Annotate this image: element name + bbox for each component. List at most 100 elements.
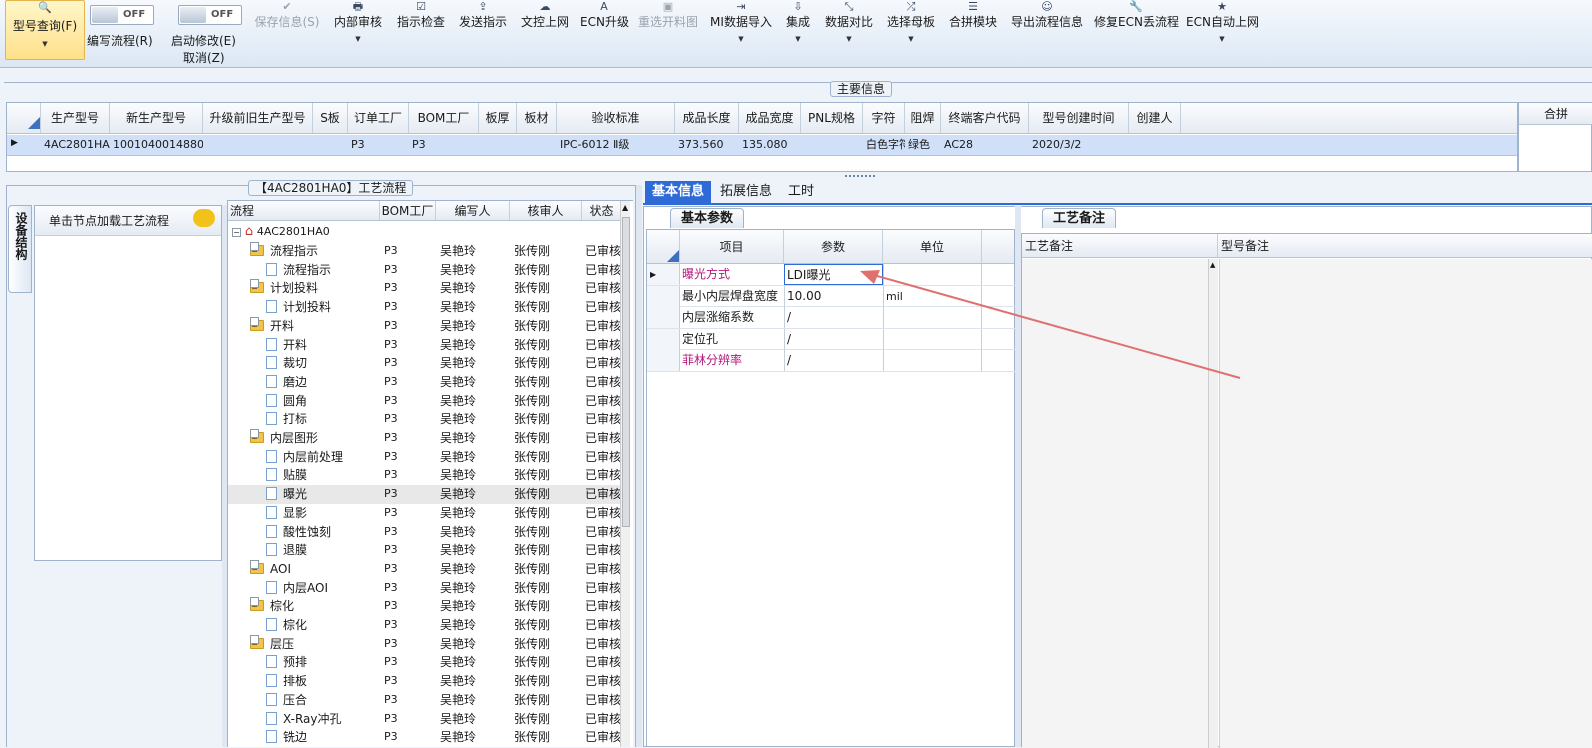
flow-tree-row[interactable]: 圆角 P3 吴艳玲 张传刚 已审核 [228, 392, 628, 411]
save-info-button[interactable]: ✔ 保存信息(S) [252, 0, 322, 60]
ecn-upgrade-button[interactable]: A ECN升级 [580, 0, 629, 60]
flow-tree-row[interactable]: 开料 P3 吴艳玲 张传刚 已审核 [228, 336, 628, 355]
model-remark-input[interactable] [1219, 259, 1592, 748]
flow-tree-row[interactable]: − 层压 P3 吴艳玲 张传刚 已审核 [228, 634, 628, 654]
flow-step-status: 已审核 [585, 711, 621, 726]
flow-step-status: 已审核 [585, 244, 621, 258]
flow-tree-row[interactable]: 曝光 P3 吴艳玲 张传刚 已审核 [228, 485, 628, 504]
flow-tree-row[interactable]: 棕化 P3 吴艳玲 张传刚 已审核 [228, 616, 628, 635]
collapse-icon[interactable]: − [250, 634, 259, 649]
main-info-cell[interactable]: 135.080 [739, 135, 801, 155]
flow-tree-row[interactable]: 打标 P3 吴艳玲 张传刚 已审核 [228, 410, 628, 429]
tab-basic-params[interactable]: 基本参数 [670, 208, 745, 228]
main-info-cell[interactable] [203, 135, 313, 155]
collapse-icon[interactable]: − [250, 597, 259, 611]
flow-tree-row[interactable]: 裁切 P3 吴艳玲 张传刚 已审核 [228, 354, 628, 373]
flow-tree-row[interactable]: 磨边 P3 吴艳玲 张传刚 已审核 [228, 373, 628, 392]
merge-header: 合拼 [1543, 107, 1568, 121]
flow-tree-row[interactable]: 显影 P3 吴艳玲 张传刚 已审核 [228, 504, 628, 523]
arrow-head-icon [860, 270, 880, 284]
splitter-handle[interactable] [845, 175, 875, 179]
tab-extended-info[interactable]: 拓展信息 [713, 181, 779, 203]
flow-tree-row[interactable]: − 内层图形 P3 吴艳玲 张传刚 已审核 [228, 429, 628, 448]
main-info-cell[interactable]: 2020/3/2 [1029, 135, 1129, 155]
flow-step-author: 吴艳玲 [440, 300, 477, 315]
flow-step-author: 吴艳玲 [440, 730, 477, 745]
flow-tree-row[interactable]: 计划投料 P3 吴艳玲 张传刚 已审核 [228, 298, 628, 317]
mi-data-import-button[interactable]: ⇥ MI数据导入 ▼ [708, 0, 774, 60]
collapse-icon[interactable]: − [250, 559, 259, 574]
flow-tree-row[interactable]: 流程指示 P3 吴艳玲 张传刚 已审核 [228, 261, 628, 280]
collapse-icon[interactable]: − [250, 429, 259, 443]
send-instruction-button[interactable]: ⇪ 发送指示 [456, 0, 510, 60]
model-query-button[interactable]: 🔍 型号查询(F) ▼ [5, 0, 85, 60]
export-flow-info-button[interactable]: ☺ 导出流程信息 [1008, 0, 1086, 60]
data-compare-button[interactable]: ⤡ 数据对比 ▼ [822, 0, 876, 60]
flow-tree-row[interactable]: 排板 P3 吴艳玲 张传刚 已审核 [228, 672, 628, 691]
tab-process-remark[interactable]: 工艺备注 [1042, 208, 1117, 228]
collapse-icon[interactable]: − [232, 228, 241, 237]
flow-step-author: 吴艳玲 [440, 711, 477, 726]
flow-tree-row[interactable]: 压合 P3 吴艳玲 张传刚 已审核 [228, 691, 628, 710]
merge-module-button[interactable]: ☰ 合拼模块 [946, 0, 1000, 60]
flow-tree-row[interactable]: − 流程指示 P3 吴艳玲 张传刚 已审核 [228, 242, 628, 261]
flow-step-factory: P3 [384, 281, 398, 295]
scroll-up-icon[interactable]: ▲ [622, 203, 628, 212]
main-info-cell[interactable] [1129, 135, 1181, 155]
flow-tree-row[interactable]: − 棕化 P3 吴艳玲 张传刚 已审核 [228, 597, 628, 616]
main-info-row[interactable]: 4AC2801HA0 10010400148806 P3 P3 IPC-6012 Ⅱ级 3… [7, 135, 1517, 156]
flow-step-status: 已审核 [585, 356, 621, 371]
flow-tree-row[interactable]: − 计划投料 P3 吴艳玲 张传刚 已审核 [228, 279, 628, 298]
collapse-icon[interactable]: − [250, 316, 259, 331]
select-motherboard-button[interactable]: ⤮ 选择母板 ▼ [884, 0, 938, 60]
collapse-icon[interactable]: − [250, 279, 259, 293]
flow-scrollbar[interactable]: ▲ [620, 201, 630, 747]
main-info-cell[interactable] [801, 135, 863, 155]
flow-step-label: 内层图形 [270, 431, 319, 445]
flow-tree-row[interactable]: 退膜 P3 吴艳玲 张传刚 已审核 [228, 541, 628, 560]
doc-control-online-button[interactable]: ☁ 文控上网 [518, 0, 572, 60]
main-info-cell[interactable]: 10010400148806 [110, 135, 203, 155]
flow-tree-row[interactable]: − AOI P3 吴艳玲 张传刚 已审核 [228, 559, 628, 579]
check-instruction-button[interactable]: ☑ 指示检查 [394, 0, 448, 60]
main-info-cell[interactable]: 绿色 [905, 135, 941, 155]
internal-review-button[interactable]: 🖶 内部审核 ▼ [330, 0, 386, 60]
main-info-cell[interactable]: IPC-6012 Ⅱ级 [557, 135, 675, 155]
center-splitter[interactable] [636, 185, 642, 747]
main-info-cell[interactable] [313, 135, 348, 155]
flow-tree-row[interactable]: 内层前处理 P3 吴艳玲 张传刚 已审核 [228, 448, 628, 467]
flow-tree-row[interactable]: X-Ray冲孔 P3 吴艳玲 张传刚 已审核 [228, 710, 628, 729]
main-info-cell[interactable]: P3 [348, 135, 409, 155]
flow-step-label: 酸性蚀刻 [283, 524, 332, 539]
main-info-cell[interactable]: AC28 [941, 135, 1029, 155]
tab-basic-info[interactable]: 基本信息 [645, 181, 712, 203]
flow-tree-row[interactable]: − 开料 P3 吴艳玲 张传刚 已审核 [228, 316, 628, 336]
flow-tree-row[interactable]: 铣边 P3 吴艳玲 张传刚 已审核 [228, 728, 628, 747]
main-info-cell[interactable]: 4AC2801HA0 [41, 135, 110, 155]
flow-tree-row[interactable]: 内层AOI P3 吴艳玲 张传刚 已审核 [228, 579, 628, 598]
document-icon [266, 412, 277, 426]
collapse-icon[interactable]: − [250, 242, 259, 256]
flow-tree-row[interactable]: 酸性蚀刻 P3 吴艳玲 张传刚 已审核 [228, 523, 628, 542]
fix-ecn-flow-button[interactable]: 🔧 修复ECN丢流程 [1094, 0, 1179, 60]
main-info-cell[interactable] [517, 135, 557, 155]
cancel-button[interactable]: 取消(Z) [183, 49, 225, 66]
tab-work-hours[interactable]: 工时 [781, 181, 821, 203]
main-info-col: 验收标准 [557, 103, 675, 133]
flow-step-reviewer: 张传刚 [514, 300, 551, 315]
main-info-cell[interactable]: P3 [409, 135, 479, 155]
start-edit-toggle[interactable]: OFF [178, 5, 242, 25]
flow-tree-row[interactable]: 预排 P3 吴艳玲 张传刚 已审核 [228, 653, 628, 672]
scroll-thumb[interactable] [622, 217, 630, 527]
main-info-cell[interactable] [479, 135, 517, 155]
flow-root-node[interactable]: − ⌂ 4AC2801HA0 [232, 224, 330, 242]
flow-step-status: 已审核 [585, 487, 621, 502]
main-info-cell[interactable]: 白色字符 [863, 135, 905, 155]
flow-step-status: 已审核 [585, 561, 621, 576]
edit-flow-toggle[interactable]: OFF [90, 5, 154, 25]
ecn-auto-online-button[interactable]: ★ ECN自动上网 ▼ [1186, 0, 1259, 60]
main-info-cell[interactable]: 373.560 [675, 135, 739, 155]
integrate-button[interactable]: ⇩ 集成 ▼ [782, 0, 814, 60]
flow-tree-row[interactable]: 贴膜 P3 吴艳玲 张传刚 已审核 [228, 466, 628, 485]
reselect-cutting-chart-button[interactable]: ▣ 重选开料图 [636, 0, 700, 60]
